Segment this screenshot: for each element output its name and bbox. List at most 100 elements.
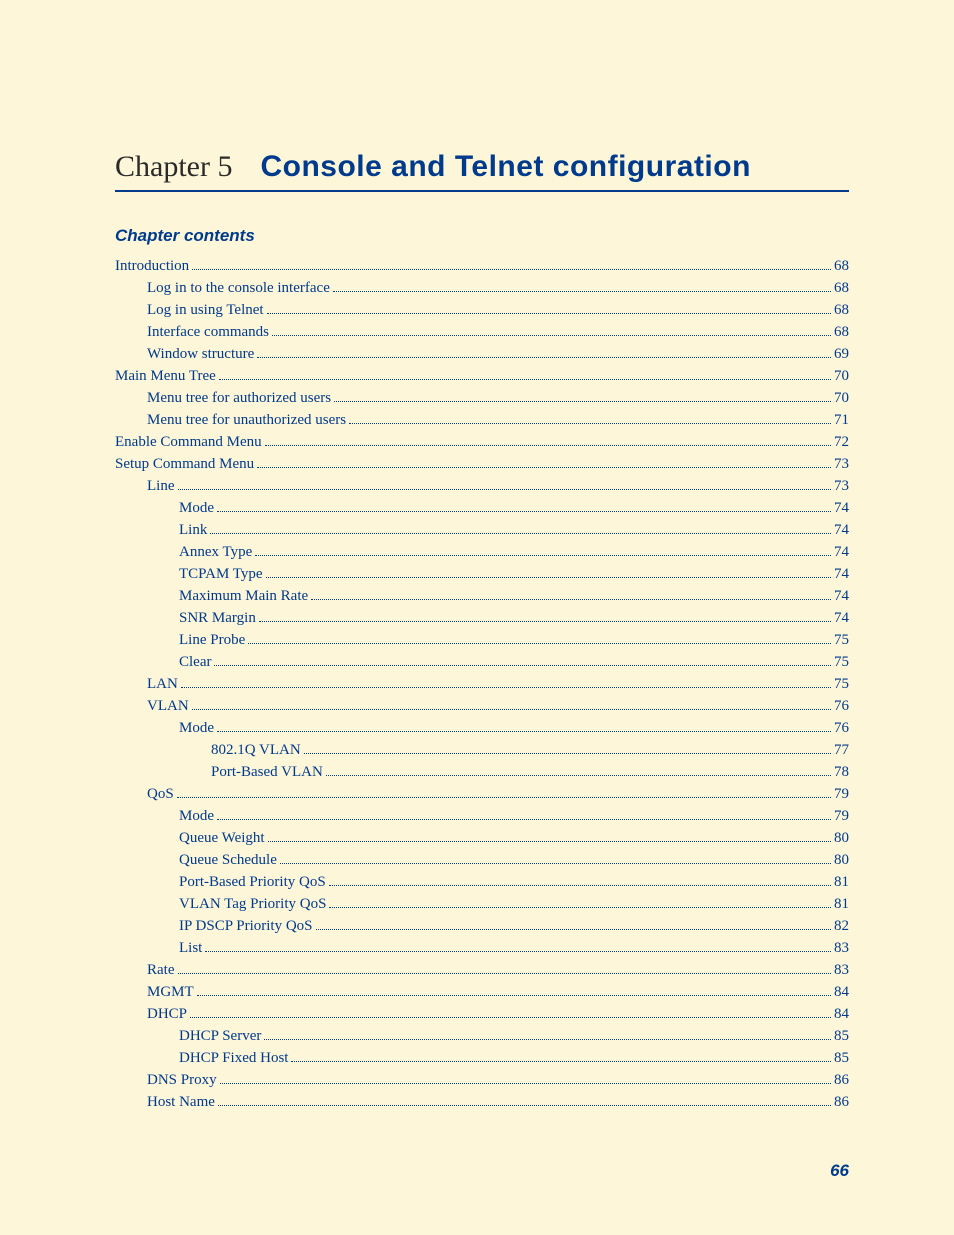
toc-entry-page: 80 — [834, 850, 849, 871]
toc-leader-dots — [197, 995, 831, 996]
toc-entry[interactable]: Mode 79 — [115, 806, 849, 827]
toc-leader-dots — [255, 555, 831, 556]
toc-entry-title: LAN — [147, 674, 178, 695]
toc-entry[interactable]: VLAN Tag Priority QoS 81 — [115, 894, 849, 915]
toc-entry-title: Queue Schedule — [179, 850, 277, 871]
toc-leader-dots — [311, 599, 831, 600]
toc-leader-dots — [219, 379, 831, 380]
toc-entry-page: 74 — [834, 586, 849, 607]
toc-entry-page: 78 — [834, 762, 849, 783]
toc-entry-title: Line Probe — [179, 630, 245, 651]
toc-entry[interactable]: Menu tree for authorized users 70 — [115, 388, 849, 409]
toc-leader-dots — [177, 797, 831, 798]
toc-leader-dots — [334, 401, 831, 402]
toc-entry-title: DNS Proxy — [147, 1070, 217, 1091]
toc-entry-title: DHCP — [147, 1004, 187, 1025]
toc-entry[interactable]: Mode 76 — [115, 718, 849, 739]
toc-entry-page: 74 — [834, 608, 849, 629]
toc-entry[interactable]: Maximum Main Rate 74 — [115, 586, 849, 607]
toc-entry[interactable]: DHCP Fixed Host 85 — [115, 1048, 849, 1069]
toc-entry[interactable]: Enable Command Menu72 — [115, 432, 849, 453]
toc-entry[interactable]: Interface commands 68 — [115, 322, 849, 343]
toc-leader-dots — [192, 269, 831, 270]
chapter-title: Console and Telnet configuration — [260, 150, 750, 184]
toc-entry-title: Setup Command Menu — [115, 454, 254, 475]
toc-entry-page: 86 — [834, 1092, 849, 1113]
toc-entry-title: Introduction — [115, 256, 189, 277]
toc-entry[interactable]: Link 74 — [115, 520, 849, 541]
toc-entry[interactable]: Port-Based Priority QoS 81 — [115, 872, 849, 893]
toc-leader-dots — [178, 973, 832, 974]
toc-entry[interactable]: MGMT 84 — [115, 982, 849, 1003]
toc-entry[interactable]: Log in using Telnet 68 — [115, 300, 849, 321]
toc-entry[interactable]: Window structure 69 — [115, 344, 849, 365]
toc-entry[interactable]: TCPAM Type 74 — [115, 564, 849, 585]
toc-entry[interactable]: Introduction68 — [115, 256, 849, 277]
toc-entry[interactable]: Line 73 — [115, 476, 849, 497]
toc-entry-page: 84 — [834, 1004, 849, 1025]
toc-entry-title: TCPAM Type — [179, 564, 263, 585]
toc-entry[interactable]: Clear 75 — [115, 652, 849, 673]
toc-entry-title: Clear — [179, 652, 211, 673]
toc-entry-page: 69 — [834, 344, 849, 365]
toc-leader-dots — [329, 885, 831, 886]
toc-leader-dots — [181, 687, 831, 688]
toc-leader-dots — [217, 819, 831, 820]
toc-entry[interactable]: Rate 83 — [115, 960, 849, 981]
toc-entry[interactable]: QoS 79 — [115, 784, 849, 805]
toc-entry-title: Link — [179, 520, 207, 541]
toc-entry-title: Annex Type — [179, 542, 252, 563]
toc-entry[interactable]: Setup Command Menu73 — [115, 454, 849, 475]
toc-entry-title: Log in using Telnet — [147, 300, 264, 321]
toc-entry[interactable]: IP DSCP Priority QoS 82 — [115, 916, 849, 937]
toc-leader-dots — [264, 1039, 831, 1040]
toc-entry-page: 79 — [834, 806, 849, 827]
toc-entry-title: Log in to the console interface — [147, 278, 330, 299]
toc-leader-dots — [291, 1061, 831, 1062]
toc-entry-title: Mode — [179, 498, 214, 519]
toc-entry[interactable]: Mode 74 — [115, 498, 849, 519]
toc-entry-page: 74 — [834, 498, 849, 519]
toc-entry[interactable]: DHCP Server 85 — [115, 1026, 849, 1047]
toc-leader-dots — [265, 445, 831, 446]
toc-entry-title: DHCP Fixed Host — [179, 1048, 288, 1069]
toc-entry[interactable]: Port-Based VLAN 78 — [115, 762, 849, 783]
table-of-contents: Introduction68Log in to the console inte… — [115, 256, 849, 1113]
chapter-label: Chapter 5 — [115, 150, 232, 184]
toc-entry[interactable]: Queue Schedule 80 — [115, 850, 849, 871]
toc-leader-dots — [257, 467, 831, 468]
toc-entry-page: 75 — [834, 630, 849, 651]
toc-entry-page: 68 — [834, 300, 849, 321]
toc-leader-dots — [304, 753, 831, 754]
toc-leader-dots — [214, 665, 831, 666]
toc-entry[interactable]: Host Name 86 — [115, 1092, 849, 1113]
toc-entry[interactable]: Menu tree for unauthorized users 71 — [115, 410, 849, 431]
toc-entry-page: 79 — [834, 784, 849, 805]
toc-entry-title: Line — [147, 476, 175, 497]
toc-entry[interactable]: Annex Type 74 — [115, 542, 849, 563]
document-page: Chapter 5 Console and Telnet configurati… — [0, 0, 954, 1235]
toc-entry-page: 85 — [834, 1026, 849, 1047]
toc-entry[interactable]: List 83 — [115, 938, 849, 959]
toc-entry[interactable]: LAN 75 — [115, 674, 849, 695]
toc-leader-dots — [333, 291, 831, 292]
toc-entry[interactable]: DNS Proxy 86 — [115, 1070, 849, 1091]
toc-entry[interactable]: Line Probe 75 — [115, 630, 849, 651]
toc-entry-page: 68 — [834, 278, 849, 299]
toc-entry[interactable]: Log in to the console interface 68 — [115, 278, 849, 299]
toc-entry[interactable]: Queue Weight 80 — [115, 828, 849, 849]
toc-entry[interactable]: VLAN 76 — [115, 696, 849, 717]
toc-leader-dots — [267, 313, 831, 314]
toc-leader-dots — [190, 1017, 831, 1018]
toc-entry-title: Menu tree for authorized users — [147, 388, 331, 409]
toc-entry-title: QoS — [147, 784, 174, 805]
toc-leader-dots — [217, 731, 831, 732]
toc-leader-dots — [178, 489, 832, 490]
toc-entry-title: Port-Based Priority QoS — [179, 872, 326, 893]
toc-entry[interactable]: 802.1Q VLAN 77 — [115, 740, 849, 761]
toc-entry[interactable]: DHCP 84 — [115, 1004, 849, 1025]
toc-entry[interactable]: SNR Margin 74 — [115, 608, 849, 629]
toc-entry[interactable]: Main Menu Tree70 — [115, 366, 849, 387]
toc-leader-dots — [272, 335, 831, 336]
toc-entry-title: Main Menu Tree — [115, 366, 216, 387]
